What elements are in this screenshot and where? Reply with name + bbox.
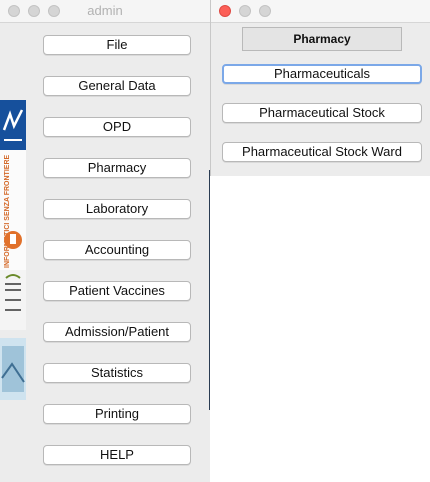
admin-window-title: admin bbox=[87, 3, 123, 18]
admission-patient-button[interactable]: Admission/Patient bbox=[43, 322, 191, 342]
photo-icon bbox=[1, 346, 25, 392]
angal-logo bbox=[0, 270, 26, 330]
admin-window: admin INFORMATICI SENZA FRONTIERE File G… bbox=[0, 0, 210, 482]
angal-logo-icon bbox=[5, 274, 21, 311]
isf-hand-icon bbox=[4, 231, 22, 249]
zoom-window-icon[interactable] bbox=[259, 5, 271, 17]
laboratory-button[interactable]: Laboratory bbox=[43, 199, 191, 219]
opd-button[interactable]: OPD bbox=[43, 117, 191, 137]
pharmacy-heading: Pharmacy bbox=[242, 27, 402, 51]
statistics-button[interactable]: Statistics bbox=[43, 363, 191, 383]
pharmacy-button[interactable]: Pharmacy bbox=[43, 158, 191, 178]
close-window-icon[interactable] bbox=[219, 5, 231, 17]
hospital-photo bbox=[0, 338, 26, 400]
pharmaceutical-stock-ward-button[interactable]: Pharmaceutical Stock Ward bbox=[222, 142, 422, 162]
printing-button[interactable]: Printing bbox=[43, 404, 191, 424]
desktop-background bbox=[210, 176, 430, 482]
pharmaceuticals-button[interactable]: Pharmaceuticals bbox=[222, 64, 422, 84]
patient-vaccines-button[interactable]: Patient Vaccines bbox=[43, 281, 191, 301]
brand-logo bbox=[0, 100, 26, 150]
admin-titlebar: admin bbox=[0, 0, 210, 23]
pharmacy-window: Pharmacy Pharmaceuticals Pharmaceutical … bbox=[210, 0, 430, 176]
logo-graphic-icon bbox=[2, 109, 24, 141]
isf-logo: INFORMATICI SENZA FRONTIERE bbox=[0, 150, 26, 270]
general-data-button[interactable]: General Data bbox=[43, 76, 191, 96]
pharmaceutical-stock-button[interactable]: Pharmaceutical Stock bbox=[222, 103, 422, 123]
accounting-button[interactable]: Accounting bbox=[43, 240, 191, 260]
pharmacy-titlebar bbox=[211, 0, 430, 23]
minimize-window-icon[interactable] bbox=[239, 5, 251, 17]
help-button[interactable]: HELP bbox=[43, 445, 191, 465]
file-button[interactable]: File bbox=[43, 35, 191, 55]
